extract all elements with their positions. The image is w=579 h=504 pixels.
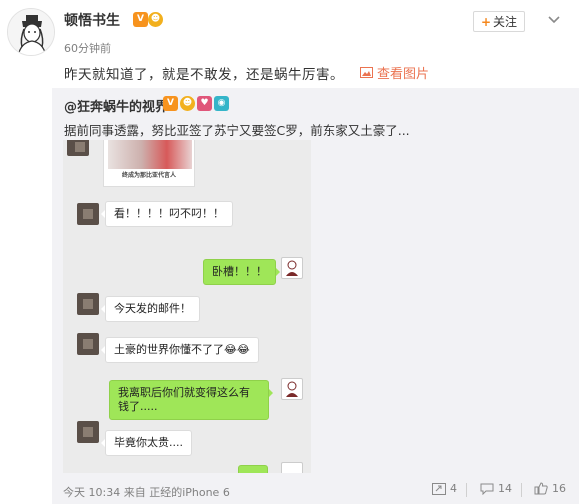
repost-badges: V ☻ ♥ ◉ <box>163 96 229 111</box>
divider <box>521 483 522 497</box>
post-time[interactable]: 60分钟前 <box>64 40 111 56</box>
chat-message-partial <box>238 465 268 473</box>
chat-avatar-self <box>281 378 303 400</box>
chat-screenshot-image[interactable]: 终成为那比亚代言人 看！！！！叼不叼！！ 卧槽！！！ 今天发的邮件！ 土豪的世界… <box>63 140 311 473</box>
chat-message: 毕竟你太贵.... <box>101 430 192 456</box>
like-action[interactable]: 16 <box>534 482 566 495</box>
vip-badge-icon: V <box>163 96 178 111</box>
follow-label: 关注 <box>493 15 518 29</box>
chat-message: 看！！！！叼不叼！！ <box>101 201 233 227</box>
image-icon <box>360 67 373 78</box>
chat-message: 今天发的邮件！ <box>101 296 200 322</box>
view-pictures-link[interactable]: 查看图片 <box>360 63 429 82</box>
comment-count: 14 <box>498 482 512 495</box>
author-name[interactable]: 顿悟书生 <box>64 10 120 30</box>
chat-message: 土豪的世界你懂不了了😂😂 <box>101 337 259 363</box>
chat-avatar <box>77 203 99 225</box>
chat-avatar-self <box>281 257 303 279</box>
vip-badge-icon: V <box>133 12 148 27</box>
chat-avatar <box>77 333 99 355</box>
member-badge-icon[interactable]: ☻ <box>148 12 163 27</box>
like-icon <box>534 482 548 495</box>
plus-icon: + <box>480 14 492 29</box>
chat-avatar <box>77 421 99 443</box>
camera-icon[interactable]: ◉ <box>214 96 229 111</box>
chat-avatar <box>77 293 99 315</box>
repost-icon <box>432 482 446 495</box>
repost-text: 据前同事透露，努比亚签了苏宁又要签C罗，前东家又土豪了... <box>64 123 410 138</box>
repost-username[interactable]: @狂奔蜗牛的视界 <box>64 96 168 115</box>
chat-avatar-self <box>281 462 303 473</box>
like-count: 16 <box>552 482 566 495</box>
divider <box>466 483 467 497</box>
member-badge-icon[interactable]: ☻ <box>180 96 195 111</box>
post-text: 昨天就知道了，就是不敢发，还是蜗牛厉害。 <box>64 67 344 83</box>
repost-meta[interactable]: 今天 10:34 来自 正经的iPhone 6 <box>63 484 230 500</box>
chat-message: 我离职后你们就变得这么有钱了..... <box>109 380 273 420</box>
chat-avatar <box>67 140 89 156</box>
repost-action[interactable]: 4 <box>432 482 457 495</box>
chevron-down-icon[interactable] <box>546 12 562 28</box>
follow-button[interactable]: + 关注 <box>473 11 525 32</box>
comment-action[interactable]: 14 <box>480 482 512 495</box>
chat-message: 卧槽！！！ <box>203 259 280 285</box>
heart-badge-icon[interactable]: ♥ <box>197 96 212 111</box>
author-avatar[interactable] <box>7 8 55 56</box>
view-pictures-label: 查看图片 <box>377 67 430 82</box>
shared-photo <box>108 140 192 169</box>
repost-container: @狂奔蜗牛的视界 V ☻ ♥ ◉ 据前同事透露，努比亚签了苏宁又要签C罗，前东家… <box>52 88 579 504</box>
repost-count: 4 <box>450 482 457 495</box>
shared-image-caption: 终成为那比亚代言人 <box>121 172 176 179</box>
shared-image: 终成为那比亚代言人 <box>103 140 195 187</box>
comment-icon <box>480 483 494 495</box>
